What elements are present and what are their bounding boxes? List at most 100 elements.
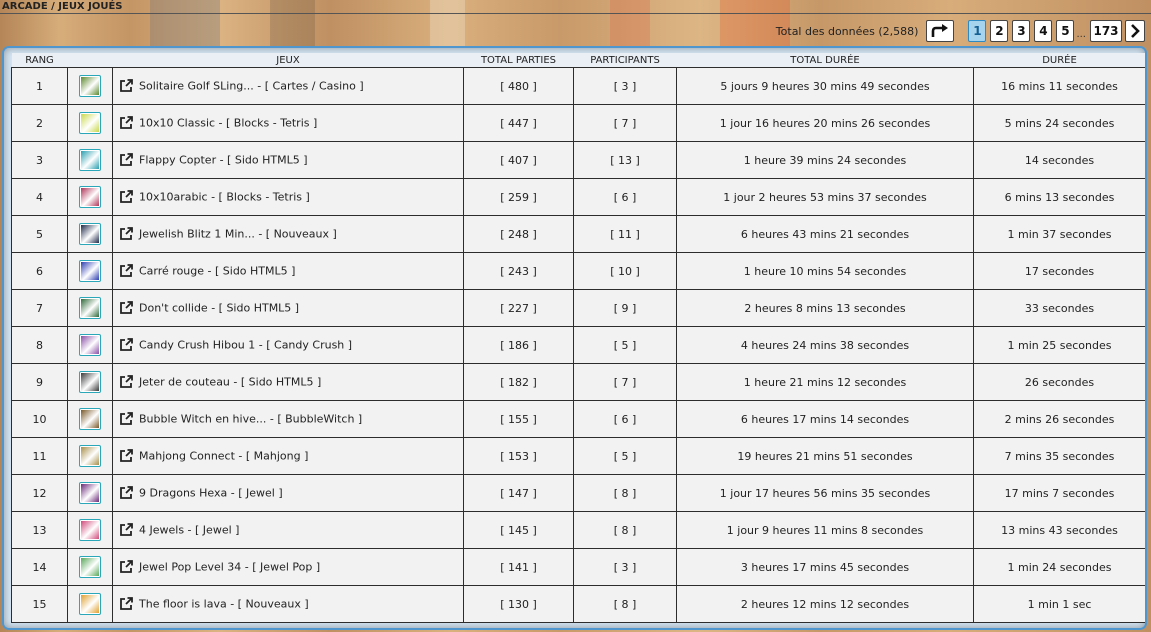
game-link[interactable]: Jewel Pop Level 34 - [ Jewel Pop ] <box>139 561 320 574</box>
external-link-icon[interactable] <box>119 338 133 352</box>
thumb-cell <box>67 252 113 290</box>
game-thumbnail[interactable] <box>79 519 101 541</box>
game-link[interactable]: Solitaire Golf SLing... - [ Cartes / Cas… <box>139 80 364 93</box>
total-duration-cell: 3 heures 17 mins 45 secondes <box>676 548 974 586</box>
game-link[interactable]: Jeter de couteau - [ Sido HTML5 ] <box>139 376 321 389</box>
external-link-icon[interactable] <box>119 412 133 426</box>
column-header-duration[interactable]: DURÉE <box>973 53 1145 68</box>
duration-cell: 14 secondes <box>973 141 1145 179</box>
duration-cell: 17 mins 7 secondes <box>973 474 1145 512</box>
game-link[interactable]: Don't collide - [ Sido HTML5 ] <box>139 302 299 315</box>
thumb-cell <box>67 104 113 142</box>
go-to-page-button[interactable] <box>926 20 955 42</box>
game-link[interactable]: Candy Crush Hibou 1 - [ Candy Crush ] <box>139 339 352 352</box>
total-plays-cell: [ 248 ] <box>463 215 574 253</box>
page-button-5[interactable]: 5 <box>1056 20 1075 42</box>
game-thumbnail[interactable] <box>79 445 101 467</box>
game-thumbnail[interactable] <box>79 186 101 208</box>
game-link[interactable]: 4 Jewels - [ Jewel ] <box>139 524 239 537</box>
next-page-button[interactable] <box>1125 20 1145 42</box>
total-duration-cell: 1 jour 17 heures 56 mins 35 secondes <box>676 474 974 512</box>
game-link[interactable]: Jewelish Blitz 1 Min... - [ Nouveaux ] <box>139 228 337 241</box>
rank-cell: 13 <box>11 511 68 549</box>
game-thumbnail[interactable] <box>79 482 101 504</box>
external-link-icon[interactable] <box>119 375 133 389</box>
rank-cell: 5 <box>11 215 68 253</box>
pagination-ellipsis: ... <box>1076 29 1086 40</box>
rank-cell: 11 <box>11 437 68 475</box>
page-button-3[interactable]: 3 <box>1012 20 1031 42</box>
game-link[interactable]: Bubble Witch en hive... - [ BubbleWitch … <box>139 413 362 426</box>
thumb-cell <box>67 585 113 623</box>
game-thumbnail[interactable] <box>79 334 101 356</box>
total-plays-cell: [ 141 ] <box>463 548 574 586</box>
game-cell: 10x10 Classic - [ Blocks - Tetris ] <box>112 104 464 142</box>
total-plays-cell: [ 155 ] <box>463 400 574 438</box>
column-header-rank[interactable]: RANG <box>11 53 68 68</box>
game-thumbnail[interactable] <box>79 223 101 245</box>
game-cell: Candy Crush Hibou 1 - [ Candy Crush ] <box>112 326 464 364</box>
column-header-games[interactable]: JEUX <box>112 53 464 68</box>
game-thumbnail-image <box>81 151 99 169</box>
column-header-total-plays[interactable]: TOTAL PARTIES <box>463 53 574 68</box>
external-link-icon[interactable] <box>119 597 133 611</box>
game-thumbnail[interactable] <box>79 408 101 430</box>
external-link-icon[interactable] <box>119 486 133 500</box>
external-link-icon[interactable] <box>119 153 133 167</box>
external-link-icon[interactable] <box>119 264 133 278</box>
game-thumbnail-image <box>81 595 99 613</box>
external-link-icon[interactable] <box>119 523 133 537</box>
game-link[interactable]: 9 Dragons Hexa - [ Jewel ] <box>139 487 283 500</box>
external-link-icon[interactable] <box>119 301 133 315</box>
game-thumbnail-image <box>81 447 99 465</box>
game-thumbnail[interactable] <box>79 75 101 97</box>
total-plays-cell: [ 227 ] <box>463 289 574 327</box>
thumb-cell <box>67 178 113 216</box>
total-plays-cell: [ 447 ] <box>463 104 574 142</box>
game-link[interactable]: 10x10 Classic - [ Blocks - Tetris ] <box>139 117 317 130</box>
breadcrumb: ARCADE / JEUX JOUÉS <box>0 0 1151 14</box>
external-link-icon[interactable] <box>119 449 133 463</box>
duration-cell: 1 min 25 secondes <box>973 326 1145 364</box>
rank-cell: 14 <box>11 548 68 586</box>
rank-cell: 9 <box>11 363 68 401</box>
column-header-total-duration[interactable]: TOTAL DURÉE <box>676 53 974 68</box>
game-thumbnail[interactable] <box>79 149 101 171</box>
page-button-1[interactable]: 1 <box>968 20 987 42</box>
column-header-participants[interactable]: PARTICIPANTS <box>573 53 677 68</box>
total-count-label: Total des données (2,588) <box>775 24 919 38</box>
external-link-icon[interactable] <box>119 560 133 574</box>
total-duration-cell: 19 heures 21 mins 51 secondes <box>676 437 974 475</box>
total-duration-cell: 1 jour 9 heures 11 mins 8 secondes <box>676 511 974 549</box>
page-button-2[interactable]: 2 <box>990 20 1009 42</box>
game-link[interactable]: Flappy Copter - [ Sido HTML5 ] <box>139 154 308 167</box>
external-link-icon[interactable] <box>119 116 133 130</box>
table-row: 3 Flappy Copter - [ Sido HTML5 ] [ 407 ][ … <box>11 141 1145 179</box>
go-to-page-arrow-icon <box>932 24 949 37</box>
table-row: 13 4 Jewels - [ Jewel ] [ 145 ][ 8 ] 1 jour… <box>11 511 1145 549</box>
rank-cell: 12 <box>11 474 68 512</box>
total-duration-cell: 1 heure 21 mins 12 secondes <box>676 363 974 401</box>
game-thumbnail[interactable] <box>79 260 101 282</box>
total-plays-cell: [ 130 ] <box>463 585 574 623</box>
total-plays-cell: [ 147 ] <box>463 474 574 512</box>
participants-cell: [ 6 ] <box>573 400 677 438</box>
external-link-icon[interactable] <box>119 79 133 93</box>
external-link-icon[interactable] <box>119 227 133 241</box>
page-button-4[interactable]: 4 <box>1034 20 1053 42</box>
game-thumbnail[interactable] <box>79 297 101 319</box>
game-cell: Jewelish Blitz 1 Min... - [ Nouveaux ] <box>112 215 464 253</box>
game-link[interactable]: Mahjong Connect - [ Mahjong ] <box>139 450 308 463</box>
participants-cell: [ 7 ] <box>573 363 677 401</box>
total-duration-cell: 1 heure 39 mins 24 secondes <box>676 141 974 179</box>
external-link-icon[interactable] <box>119 190 133 204</box>
thumb-cell <box>67 363 113 401</box>
game-link[interactable]: Carré rouge - [ Sido HTML5 ] <box>139 265 295 278</box>
game-link[interactable]: 10x10arabic - [ Blocks - Tetris ] <box>139 191 310 204</box>
game-thumbnail[interactable] <box>79 371 101 393</box>
page-button-last[interactable]: 173 <box>1090 20 1122 42</box>
game-thumbnail[interactable] <box>79 593 101 615</box>
game-thumbnail[interactable] <box>79 112 101 134</box>
game-thumbnail[interactable] <box>79 556 101 578</box>
game-link[interactable]: The floor is lava - [ Nouveaux ] <box>139 598 309 611</box>
